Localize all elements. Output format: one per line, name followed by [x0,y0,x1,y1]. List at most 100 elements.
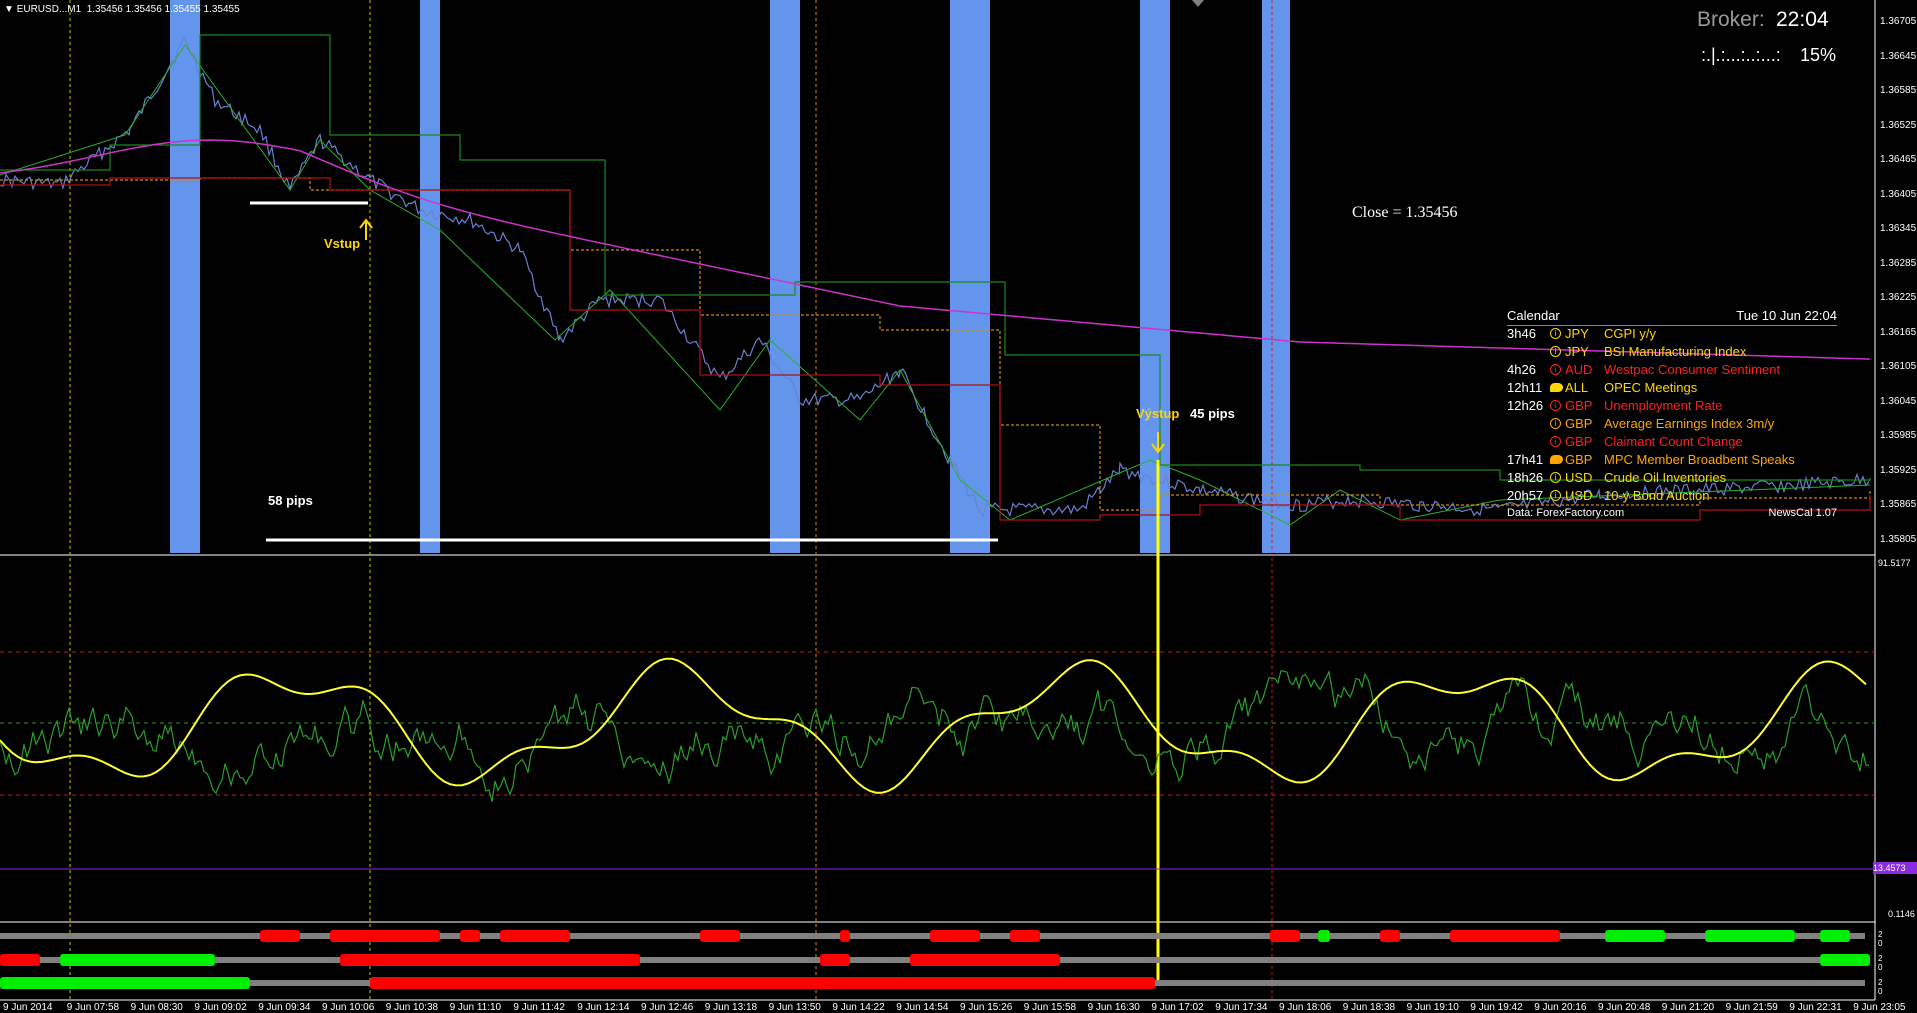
signal-bar-red [340,954,640,966]
session-band [950,0,990,553]
time-tick-label: 9 Jun 11:42 [513,1002,565,1013]
calendar-event-row: 12h26 i GBP Unemployment Rate [1507,398,1837,416]
price-tick-label: 1.36225 [1880,292,1917,303]
time-tick-label: 9 Jun 13:18 [704,1002,758,1013]
event-title: BSI Manufacturing Index [1604,344,1747,359]
price-tick-label: 1.35805 [1880,533,1917,545]
oscillator-slow-line [0,657,1867,794]
info-icon: i [1550,490,1561,501]
event-currency: USD [1565,470,1593,485]
signal-bar-scale-value: 0 [1878,939,1883,948]
event-time: 18h26 [1507,470,1544,485]
event-time: 20h57 [1507,488,1544,503]
event-currency: JPY [1565,326,1589,341]
time-tick-label: 9 Jun 22:31 [1789,1002,1842,1013]
time-tick-label: 9 Jun 17:34 [1215,1002,1268,1013]
signal-bar-red [260,930,300,942]
event-currency: GBP [1565,398,1593,413]
session-band [770,0,800,553]
chart-window[interactable]: ▼ EURUSD...M1 1.35456 1.35456 1.35455 1.… [0,0,1917,1013]
time-tick-label: 9 Jun 14:54 [896,1002,949,1013]
event-time: 4h26 [1507,362,1536,377]
close-price-label: Close = 1.35456 [1352,204,1458,221]
candle-progress-percent: 15% [1800,45,1837,65]
signal-bar-red [500,930,570,942]
signal-bar-scale: 20 [1878,978,1882,996]
event-time: 12h11 [1507,380,1543,395]
time-tick-label: 9 Jun 21:20 [1661,1002,1715,1013]
event-title: CGPI y/y [1604,326,1657,341]
calendar-event-row: i GBP Claimant Count Change [1507,434,1837,452]
event-currency: USD [1565,488,1593,503]
calendar-event-row: 17h41 GBP MPC Member Broadbent Speaks [1507,452,1837,470]
calendar-event-row: 12h11 ALL OPEC Meetings [1507,380,1837,398]
signal-bar-scale: 20 [1878,930,1882,948]
time-tick-label: 9 Jun 14:22 [832,1002,885,1013]
info-icon: i [1550,364,1561,375]
ohlc-values: 1.35456 1.35456 1.35455 1.35455 [86,4,240,15]
calendar-date: Tue 10 Jun 22:04 [1736,308,1837,323]
time-tick-label: 9 Jun 19:42 [1470,1002,1523,1013]
calendar-event-row: 20h57 i USD 10-y Bond Auction [1507,488,1837,506]
time-tick-label: 9 Jun 07:58 [66,1002,120,1013]
signal-bar-red [0,954,40,966]
menu-arrow-icon[interactable]: ▼ [4,4,17,15]
price-tick-label: 1.36165 [1880,326,1917,338]
price-tick-label: 1.36405 [1880,188,1917,200]
price-tick-label: 1.36045 [1880,395,1917,407]
time-tick-label: 9 Jun 17:02 [1151,1002,1204,1013]
oscillator-max-label: 91.5177 [1878,558,1911,568]
chart-shift-marker[interactable] [1192,0,1204,7]
time-tick-label: 9 Jun 12:46 [641,1002,694,1013]
time-tick-label: 9 Jun 18:38 [1342,1002,1396,1013]
price-tick-label: 1.36585 [1880,85,1917,96]
event-currency: JPY [1565,344,1589,359]
signal-bar-red [930,930,980,942]
price-tick-label: 1.36465 [1880,154,1917,165]
time-tick-label: 9 Jun 13:50 [768,1002,821,1013]
info-icon: i [1550,472,1561,483]
signal-bar-red [1380,930,1400,942]
signal-bar-green [0,977,250,989]
symbol-name: EURUSD...M1 [16,4,82,15]
speech-icon [1550,455,1563,464]
oscillator-fast-line [0,669,1870,802]
event-currency: GBP [1565,434,1593,449]
signal-bar-scale-value: 0 [1878,987,1883,996]
event-time: 3h46 [1507,326,1536,341]
signal-bar-green [60,954,215,966]
signal-bar-red [330,930,440,942]
exit-label: Výstup [1136,406,1180,421]
time-tick-label: 9 Jun 16:30 [1087,1002,1140,1013]
event-currency: GBP [1565,416,1593,431]
calendar-event-row: 18h26 i USD Crude Oil Inventories [1507,470,1837,488]
signal-bar-scale-value: 2 [1878,954,1883,963]
signal-bar-green [1820,954,1870,966]
price-tick-label: 1.35985 [1880,430,1917,441]
signal-bar-red [460,930,480,942]
session-band [170,0,200,553]
price-tick-label: 1.36525 [1880,119,1917,131]
oscillator-level-tag: 13.4573 [1873,862,1917,874]
info-icon: i [1550,436,1561,447]
signal-bar-red [820,954,850,966]
time-tick-label: 9 Jun 20:48 [1598,1002,1651,1013]
calendar-event-row: 3h46 i JPY CGPI y/y [1507,326,1837,344]
time-tick-label: 9 Jun 09:34 [258,1002,311,1013]
signal-bar-red [840,930,850,942]
calendar-event-row: i GBP Average Earnings Index 3m/y [1507,416,1837,434]
broker-label: Broker: [1697,8,1765,31]
time-tick-label: 9 Jun 20:16 [1534,1002,1587,1013]
signal-bar-scale: 20 [1878,954,1882,972]
info-icon: i [1550,418,1561,429]
event-title: Average Earnings Index 3m/y [1604,416,1775,431]
time-tick-label: 9 Jun 09:02 [194,1002,247,1013]
event-title: Westpac Consumer Sentiment [1604,362,1781,377]
oscillator-min-label: 0.1146 [1888,909,1915,919]
event-time: 12h26 [1507,398,1544,413]
time-tick-label: 9 Jun 15:26 [960,1002,1013,1013]
broker-time: 22:04 [1776,8,1829,31]
session-band [1262,0,1290,553]
signal-bar-red [1010,930,1040,942]
event-currency: ALL [1565,380,1589,395]
